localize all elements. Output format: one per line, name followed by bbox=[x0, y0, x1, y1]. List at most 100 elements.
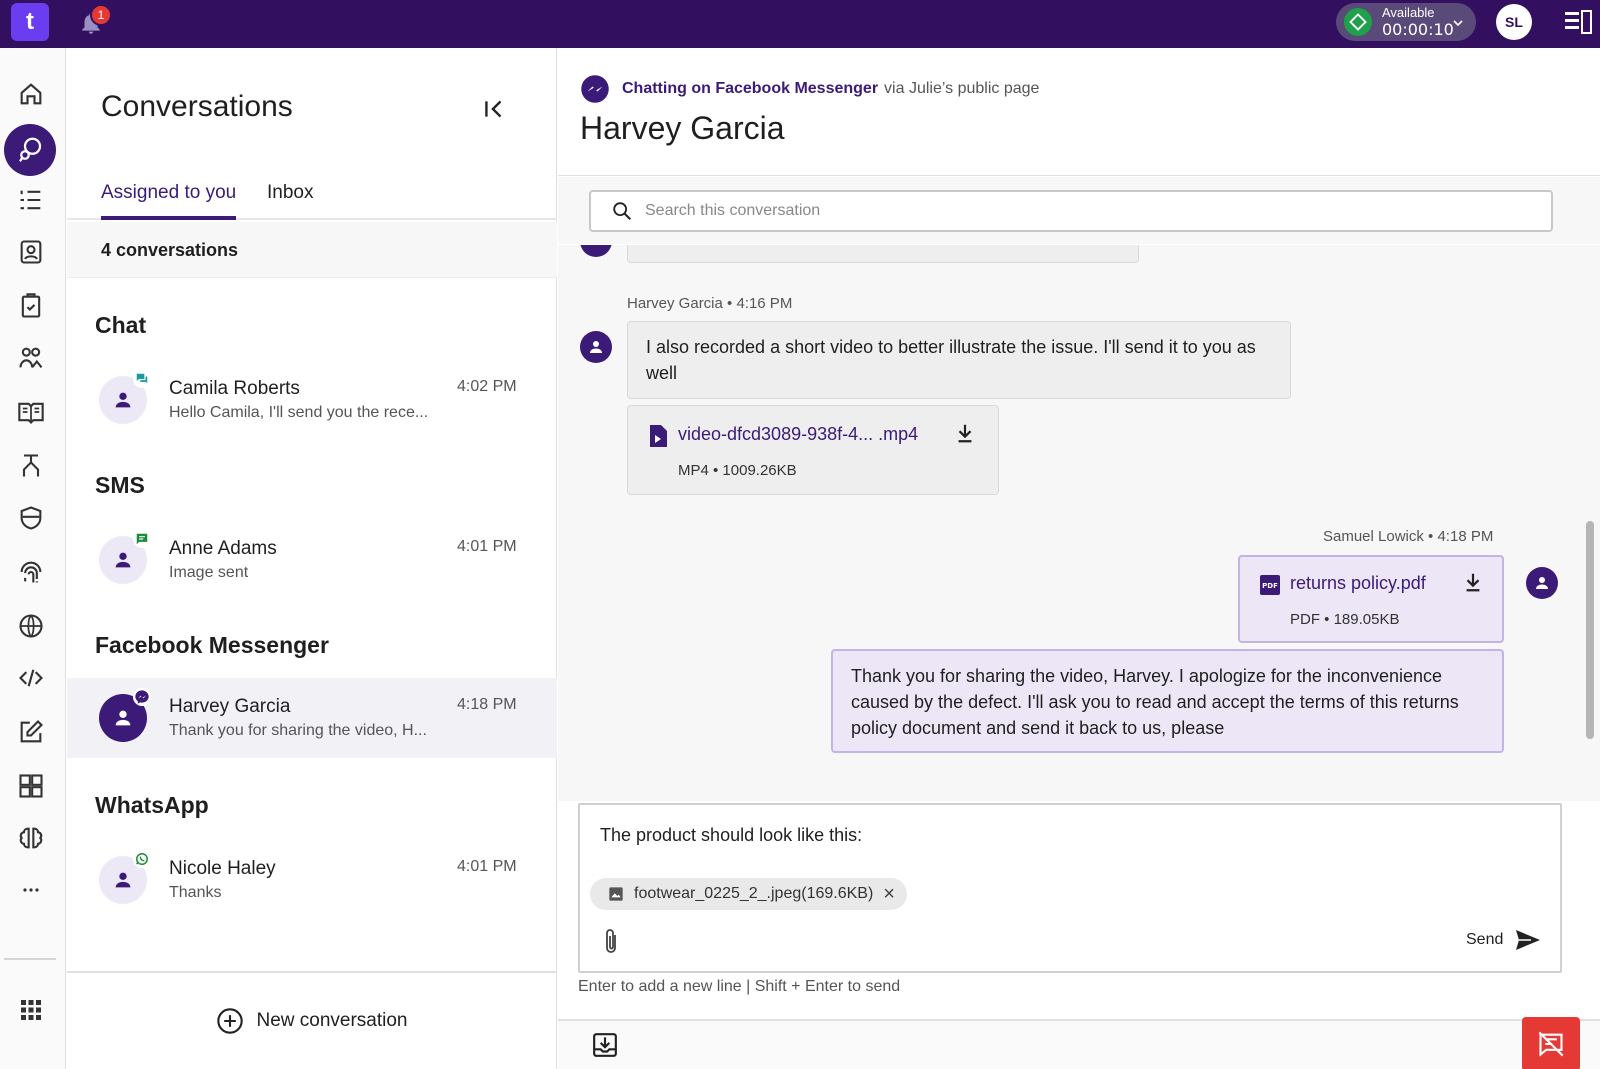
conversation-item-camila-roberts[interactable]: Camila Roberts Hello Camila, I'll send y… bbox=[67, 360, 557, 440]
agent-avatar bbox=[1526, 567, 1558, 599]
video-file-icon bbox=[650, 425, 667, 447]
message-meta: Harvey Garcia • 4:16 PM bbox=[627, 295, 793, 312]
tasks-clipboard-icon[interactable] bbox=[13, 288, 49, 324]
pdf-file-icon: PDF bbox=[1260, 575, 1280, 595]
contacts-icon[interactable] bbox=[13, 234, 49, 270]
person-icon bbox=[115, 392, 131, 408]
group-title-whatsapp: WhatsApp bbox=[95, 792, 209, 818]
file-attachment-pdf[interactable]: PDF returns policy.pdf PDF • 189.05KB bbox=[1238, 555, 1504, 643]
message-thread[interactable]: Harvey Garcia • 4:16 PM I also recorded … bbox=[558, 245, 1600, 801]
apps-grid-icon[interactable] bbox=[13, 992, 49, 1028]
conversation-list-panel: Conversations Assigned to you Inbox 4 co… bbox=[67, 48, 557, 1069]
conversations-nav-icon[interactable] bbox=[4, 124, 56, 176]
security-shield-icon[interactable] bbox=[13, 500, 49, 536]
messenger-icon bbox=[581, 75, 609, 103]
message-text: Thank you for sharing the video, Harvey.… bbox=[851, 666, 1459, 738]
previous-message-bubble bbox=[627, 245, 1139, 263]
side-panel-toggle-icon[interactable] bbox=[1564, 10, 1592, 36]
dashboard-grid-icon[interactable] bbox=[13, 768, 49, 804]
conversations-title: Conversations bbox=[101, 90, 293, 123]
conversation-time: 4:18 PM bbox=[457, 696, 517, 713]
knowledge-book-icon[interactable] bbox=[13, 394, 49, 430]
contact-avatar bbox=[580, 245, 612, 257]
remove-attachment-icon[interactable]: × bbox=[883, 883, 895, 906]
send-icon bbox=[1516, 930, 1541, 950]
nav-divider bbox=[4, 958, 56, 960]
app-logo[interactable]: t bbox=[11, 3, 49, 41]
top-bar: t 1 Available 00:00:10 SL bbox=[0, 0, 1600, 48]
conversation-item-harvey-garcia[interactable]: Harvey Garcia Thank you for sharing the … bbox=[67, 678, 557, 758]
queue-list-icon[interactable] bbox=[13, 182, 49, 218]
conversation-preview: Thank you for sharing the video, H... bbox=[169, 722, 427, 739]
home-icon[interactable] bbox=[13, 76, 49, 112]
attachment-chip[interactable]: footwear_0225_2_.jpeg(169.6KB) × bbox=[590, 878, 907, 910]
conversation-item-nicole-haley[interactable]: Nicole Haley Thanks 4:01 PM bbox=[67, 840, 557, 920]
composer-input-text[interactable]: The product should look like this: bbox=[600, 825, 862, 846]
person-icon bbox=[115, 710, 131, 726]
conversation-name: Anne Adams bbox=[169, 538, 277, 559]
group-title-sms: SMS bbox=[95, 472, 145, 498]
message-composer[interactable]: The product should look like this: footw… bbox=[578, 803, 1562, 973]
conversation-item-anne-adams[interactable]: Anne Adams Image sent 4:01 PM bbox=[67, 520, 557, 600]
teams-icon[interactable] bbox=[13, 340, 49, 376]
code-icon[interactable] bbox=[13, 660, 49, 696]
person-icon bbox=[590, 341, 602, 353]
message-bubble: Thank you for sharing the video, Harvey.… bbox=[831, 649, 1504, 753]
availability-status-button[interactable]: Available 00:00:10 bbox=[1336, 3, 1476, 41]
new-conversation-button[interactable]: New conversation bbox=[67, 971, 557, 1069]
message-bubble: I also recorded a short video to better … bbox=[627, 321, 1291, 399]
tab-assigned-to-you[interactable]: Assigned to you bbox=[101, 182, 236, 204]
conversation-time: 4:02 PM bbox=[457, 378, 517, 395]
message-text: I also recorded a short video to better … bbox=[646, 337, 1256, 383]
download-icon[interactable] bbox=[1462, 571, 1484, 593]
end-conversation-button[interactable] bbox=[1522, 1017, 1580, 1069]
edit-note-icon[interactable] bbox=[13, 714, 49, 750]
messenger-channel-icon bbox=[133, 688, 151, 706]
file-meta: PDF • 189.05KB bbox=[1290, 611, 1400, 628]
tab-inbox[interactable]: Inbox bbox=[267, 182, 313, 204]
channel-name: Chatting on Facebook Messenger bbox=[622, 80, 879, 97]
channel-via: via Julie’s public page bbox=[884, 80, 1040, 97]
conversation-name: Camila Roberts bbox=[169, 378, 300, 399]
chat-panel: Chatting on Facebook Messenger via Julie… bbox=[558, 48, 1600, 1069]
group-title-chat: Chat bbox=[95, 312, 147, 338]
conversation-preview: Thanks bbox=[169, 884, 222, 901]
user-avatar[interactable]: SL bbox=[1496, 4, 1532, 40]
person-icon bbox=[115, 552, 131, 568]
ai-brain-icon[interactable] bbox=[13, 820, 49, 856]
conversation-time: 4:01 PM bbox=[457, 538, 517, 555]
person-icon bbox=[115, 872, 131, 888]
sms-channel-icon bbox=[133, 530, 151, 548]
collapse-panel-icon[interactable] bbox=[481, 96, 507, 122]
message-scrollbar[interactable] bbox=[1586, 521, 1594, 739]
file-name[interactable]: video-dfcd3089-938f-4... .mp4 bbox=[678, 424, 918, 445]
flows-icon[interactable] bbox=[13, 448, 49, 484]
fingerprint-icon[interactable] bbox=[13, 554, 49, 590]
send-label: Send bbox=[1466, 931, 1504, 948]
conversation-count: 4 conversations bbox=[101, 240, 239, 260]
chevron-down-icon bbox=[1453, 20, 1463, 27]
chat-channel-icon bbox=[133, 370, 151, 388]
active-tab-indicator bbox=[101, 216, 236, 220]
paperclip-icon[interactable] bbox=[602, 927, 620, 955]
contact-avatar bbox=[580, 331, 612, 363]
jpg-file-icon bbox=[609, 887, 623, 901]
message-meta: Samuel Lowick • 4:18 PM bbox=[1323, 528, 1494, 545]
send-button[interactable]: Send bbox=[1466, 929, 1541, 951]
search-conversation-input[interactable]: Search this conversation bbox=[589, 190, 1553, 232]
chat-header: Chatting on Facebook Messenger via Julie… bbox=[558, 48, 1600, 176]
file-name[interactable]: returns policy.pdf bbox=[1290, 573, 1426, 594]
available-status-icon bbox=[1344, 8, 1372, 36]
status-timer: 00:00:10 bbox=[1382, 20, 1454, 39]
channel-info: Chatting on Facebook Messenger via Julie… bbox=[580, 74, 1039, 104]
status-label: Available bbox=[1382, 5, 1435, 20]
globe-icon[interactable] bbox=[13, 608, 49, 644]
file-attachment-video[interactable]: video-dfcd3089-938f-4... .mp4 MP4 • 1009… bbox=[627, 405, 999, 495]
group-title-facebook-messenger: Facebook Messenger bbox=[95, 632, 329, 658]
archive-download-icon[interactable] bbox=[592, 1031, 618, 1059]
contact-name-title: Harvey Garcia bbox=[580, 110, 785, 146]
more-icon[interactable] bbox=[13, 872, 49, 908]
notification-count-badge: 1 bbox=[90, 4, 112, 26]
download-icon[interactable] bbox=[954, 422, 976, 444]
svg-text:PDF: PDF bbox=[1262, 582, 1278, 590]
